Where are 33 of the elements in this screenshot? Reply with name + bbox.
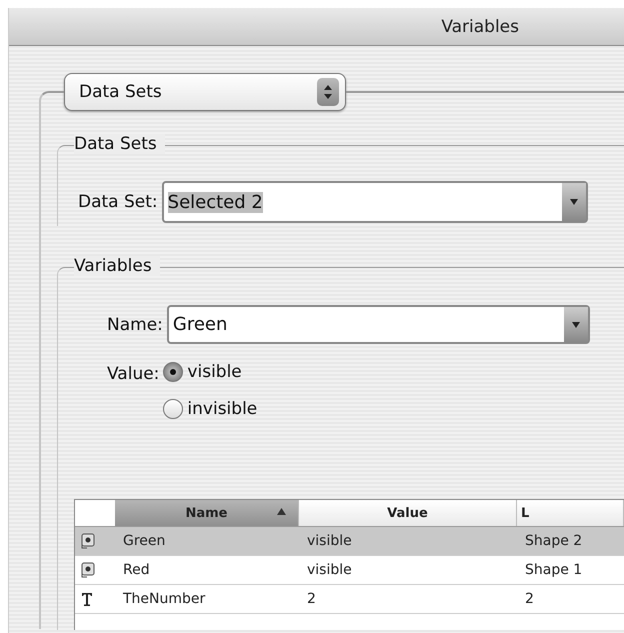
field-label: Value:: [107, 364, 160, 386]
radio-button[interactable]: visible: [163, 362, 258, 382]
popup-button[interactable]: Data Sets: [64, 73, 346, 111]
field-label: Name:: [107, 314, 163, 334]
table-cell: visible: [307, 562, 352, 578]
table-cell: 2: [525, 591, 534, 607]
table-cell: Shape 2: [525, 533, 582, 549]
group-title: Data Sets: [74, 134, 165, 154]
visibility-variable-icon: [81, 562, 95, 578]
table-cell: TheNumber: [123, 591, 206, 607]
column-header[interactable]: L: [517, 500, 624, 526]
visibility-variable-icon: [81, 533, 95, 549]
text-variable-icon: [81, 592, 93, 606]
sort-arrow-icon: [277, 508, 286, 515]
table-row[interactable]: Red visible Shape 1: [75, 556, 624, 585]
radio-circle[interactable]: [163, 399, 184, 419]
table-row[interactable]: TheNumber 2 2: [75, 585, 624, 614]
dropdown[interactable]: Selected 2: [162, 181, 588, 223]
table-cell: Red: [123, 562, 150, 578]
field-label: Data Set:: [78, 192, 158, 212]
table-row[interactable]: Green visible Shape 2: [75, 527, 624, 556]
table-cell: Green: [123, 533, 166, 549]
column-header[interactable]: Value: [299, 500, 517, 526]
table-cell: Shape 1: [525, 562, 582, 578]
radio-circle[interactable]: [163, 362, 184, 382]
dropdown[interactable]: Green: [166, 305, 590, 344]
column-header[interactable]: Name: [115, 500, 299, 526]
group-title: Variables: [74, 256, 160, 276]
window-title: Variables: [441, 16, 519, 36]
stepper-icon[interactable]: [317, 78, 339, 106]
table-cell: 2: [307, 591, 316, 607]
table-cell: visible: [307, 533, 352, 549]
radio-button[interactable]: invisible: [163, 399, 258, 419]
